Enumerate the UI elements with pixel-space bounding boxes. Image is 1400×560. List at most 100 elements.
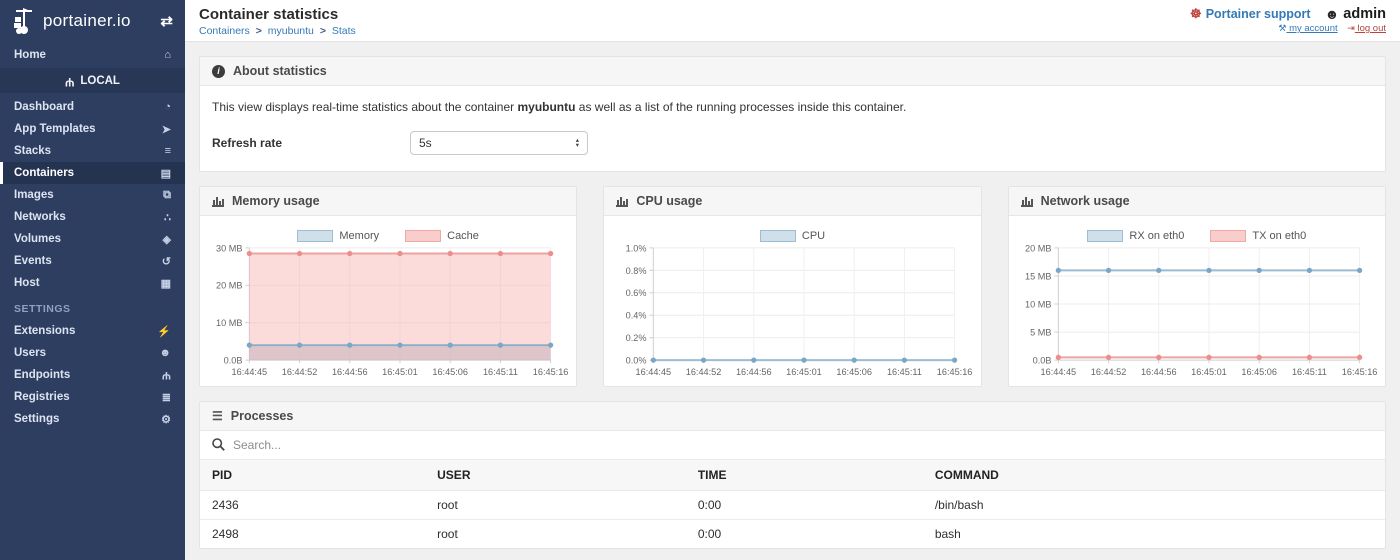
sidebar-item-events[interactable]: Events ↺ bbox=[0, 250, 185, 272]
svg-text:16:45:06: 16:45:06 bbox=[1241, 367, 1277, 377]
svg-text:0.6%: 0.6% bbox=[626, 288, 647, 298]
search-icon bbox=[212, 438, 225, 451]
search-input[interactable] bbox=[233, 438, 1373, 452]
memory-usage-panel: Memory usage MemoryCache 0.0B10 MB20 MB3… bbox=[199, 186, 577, 387]
processes-table: PID USER TIME COMMAND 2436 root 0:00 /bi… bbox=[200, 460, 1385, 548]
sidebar-item-extensions[interactable]: Extensions ⚡ bbox=[0, 320, 185, 342]
svg-text:16:45:01: 16:45:01 bbox=[1191, 367, 1227, 377]
svg-text:16:44:45: 16:44:45 bbox=[636, 367, 672, 377]
breadcrumb-separator: > bbox=[317, 25, 329, 37]
portainer-support-link[interactable]: ☸ Portainer support bbox=[1190, 6, 1311, 22]
breadcrumb-containers[interactable]: Containers bbox=[199, 25, 250, 37]
sidebar-item-app-templates[interactable]: App Templates ➤ bbox=[0, 118, 185, 140]
endpoint-header-local[interactable]: Ψ LOCAL bbox=[0, 68, 185, 93]
svg-text:0.0%: 0.0% bbox=[626, 356, 647, 366]
legend-swatch bbox=[405, 230, 441, 242]
about-description: This view displays real-time statistics … bbox=[212, 100, 1373, 114]
sitemap-icon: ∴ bbox=[164, 211, 171, 224]
svg-text:16:44:45: 16:44:45 bbox=[232, 367, 268, 377]
refresh-rate-select[interactable]: 5s ▴▾ bbox=[410, 131, 588, 155]
sidebar-item-label: Extensions bbox=[14, 325, 75, 337]
grid-icon: ▦ bbox=[161, 277, 171, 290]
sidebar-item-dashboard[interactable]: Dashboard ◔ bbox=[0, 96, 185, 118]
endpoint-label: LOCAL bbox=[80, 75, 120, 87]
sidebar-item-stacks[interactable]: Stacks ≡ bbox=[0, 140, 185, 162]
svg-text:16:45:11: 16:45:11 bbox=[887, 367, 922, 377]
cpu-usage-panel: CPU usage CPU 0.0%0.2%0.4%0.6%0.8%1.0%16… bbox=[603, 186, 981, 387]
breadcrumb-stats: Stats bbox=[332, 25, 356, 37]
sidebar-item-label: Registries bbox=[14, 391, 70, 403]
tasks-icon: ☰ bbox=[212, 409, 223, 423]
sidebar-item-label: Events bbox=[14, 255, 52, 267]
server-icon: ▤ bbox=[161, 167, 171, 180]
svg-text:0.4%: 0.4% bbox=[626, 311, 647, 321]
sidebar-item-containers[interactable]: Containers ▤ bbox=[0, 162, 185, 184]
legend-label: Cache bbox=[447, 230, 479, 242]
chart-legend: MemoryCache bbox=[208, 230, 568, 242]
column-header-time: TIME bbox=[686, 460, 923, 491]
svg-text:16:45:06: 16:45:06 bbox=[837, 367, 873, 377]
column-header-command: COMMAND bbox=[923, 460, 1385, 491]
table-row: 2436 root 0:00 /bin/bash bbox=[200, 490, 1385, 519]
cell-user: root bbox=[425, 490, 686, 519]
select-caret-icon: ▴▾ bbox=[576, 138, 579, 148]
sidebar-item-endpoints[interactable]: Endpoints Ψ bbox=[0, 364, 185, 386]
processes-panel-header: ☰ Processes bbox=[200, 402, 1385, 431]
search-bar bbox=[200, 431, 1385, 460]
collapse-sidebar-icon[interactable]: ⇄ bbox=[160, 12, 173, 30]
sidebar: portainer.io ⇄ Home ⌂ Ψ LOCAL Dashboard … bbox=[0, 0, 185, 560]
life-ring-icon: ☸ bbox=[1190, 6, 1202, 22]
logged-in-user: ☻ admin bbox=[1325, 6, 1386, 22]
charts-row: Memory usage MemoryCache 0.0B10 MB20 MB3… bbox=[199, 186, 1386, 387]
memory-chart: MemoryCache 0.0B10 MB20 MB30 MB16:44:451… bbox=[200, 216, 576, 386]
cell-pid: 2498 bbox=[200, 519, 425, 548]
svg-text:16:45:11: 16:45:11 bbox=[483, 367, 518, 377]
legend-label: TX on eth0 bbox=[1252, 230, 1306, 242]
legend-swatch bbox=[297, 230, 333, 242]
cpu-panel-header: CPU usage bbox=[604, 187, 980, 216]
sidebar-item-settings[interactable]: Settings ⚙ bbox=[0, 408, 185, 430]
breadcrumb-container-name[interactable]: myubuntu bbox=[268, 25, 314, 37]
processes-panel: ☰ Processes PID USER TIME COMMAND bbox=[199, 401, 1386, 549]
sidebar-item-images[interactable]: Images ⧉ bbox=[0, 184, 185, 206]
sidebar-item-label: Stacks bbox=[14, 145, 51, 157]
log-out-link[interactable]: ⇥ log out bbox=[1347, 23, 1386, 34]
sidebar-item-label: Users bbox=[14, 347, 46, 359]
sidebar-item-label: Settings bbox=[14, 413, 59, 425]
column-header-pid: PID bbox=[200, 460, 425, 491]
sidebar-item-users[interactable]: Users ☻ bbox=[0, 342, 185, 364]
svg-text:16:44:56: 16:44:56 bbox=[736, 367, 772, 377]
legend-swatch bbox=[1087, 230, 1123, 242]
rocket-icon: ➤ bbox=[162, 123, 171, 136]
sidebar-item-label: Endpoints bbox=[14, 369, 70, 381]
logo[interactable]: portainer.io ⇄ bbox=[0, 0, 185, 42]
sidebar-item-home[interactable]: Home ⌂ bbox=[0, 42, 185, 68]
chart-legend: RX on eth0TX on eth0 bbox=[1017, 230, 1377, 242]
tachometer-icon: ◔ bbox=[164, 101, 171, 113]
chart-svg: 0.0B5 MB10 MB15 MB20 MB16:44:4516:44:521… bbox=[1017, 242, 1377, 384]
sidebar-item-host[interactable]: Host ▦ bbox=[0, 272, 185, 294]
legend-item: Cache bbox=[405, 230, 479, 242]
wrench-icon: ⚒ bbox=[1278, 23, 1286, 34]
chart-svg: 0.0B10 MB20 MB30 MB16:44:4516:44:5216:44… bbox=[208, 242, 568, 384]
my-account-link[interactable]: ⚒ my account bbox=[1278, 23, 1337, 34]
svg-text:0.0B: 0.0B bbox=[224, 356, 243, 366]
cell-pid: 2436 bbox=[200, 490, 425, 519]
logo-text: portainer.io bbox=[43, 11, 131, 31]
plug-icon: Ψ bbox=[65, 75, 74, 87]
cpu-chart: CPU 0.0%0.2%0.4%0.6%0.8%1.0%16:44:4516:4… bbox=[604, 216, 980, 386]
sidebar-item-registries[interactable]: Registries ≣ bbox=[0, 386, 185, 408]
svg-text:10 MB: 10 MB bbox=[1025, 299, 1051, 309]
list-icon: ≡ bbox=[165, 145, 171, 157]
cell-user: root bbox=[425, 519, 686, 548]
user-circle-icon: ☻ bbox=[1325, 6, 1340, 22]
sidebar-item-volumes[interactable]: Volumes ◈ bbox=[0, 228, 185, 250]
sidebar-item-networks[interactable]: Networks ∴ bbox=[0, 206, 185, 228]
bar-chart-icon bbox=[212, 196, 224, 207]
home-icon: ⌂ bbox=[164, 49, 171, 61]
refresh-rate-label: Refresh rate bbox=[212, 136, 410, 150]
about-panel-header: i About statistics bbox=[200, 57, 1385, 86]
about-panel-title: About statistics bbox=[233, 64, 327, 78]
bar-chart-icon bbox=[616, 196, 628, 207]
database-icon: ≣ bbox=[162, 391, 171, 404]
